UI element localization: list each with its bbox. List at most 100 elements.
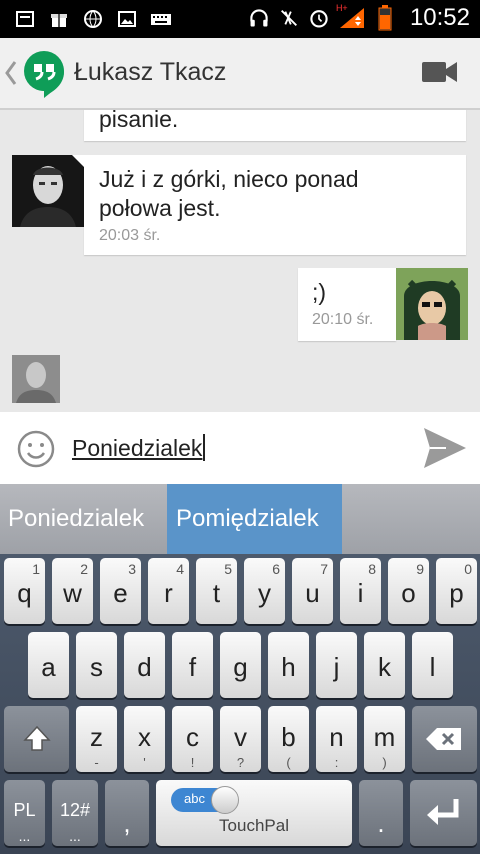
alarm-icon <box>308 7 330 29</box>
message-bubble: pisanie. <box>84 110 466 141</box>
key-x[interactable]: x ' <box>124 706 165 772</box>
message-list[interactable]: pisanie. Już i z górki, nieco ponad poło… <box>0 110 480 412</box>
signal-icon: H+ <box>336 3 366 29</box>
key-label: w <box>63 578 82 608</box>
input-mode-toggle[interactable]: abc <box>171 786 239 814</box>
key-n[interactable]: n: <box>316 706 357 772</box>
key-label: u <box>305 578 320 608</box>
toggle-label: abc <box>184 791 205 806</box>
key-h[interactable]: h <box>268 632 309 698</box>
enter-icon <box>427 799 459 825</box>
shift-key[interactable] <box>4 706 69 772</box>
key-t[interactable]: 5t <box>196 558 237 624</box>
key-label: o <box>401 578 416 608</box>
status-clock: 10:52 <box>409 4 470 31</box>
key-number: 1 <box>32 561 40 577</box>
video-call-icon[interactable] <box>422 60 458 88</box>
space-key[interactable]: abc TouchPal <box>156 780 352 846</box>
key-label: g <box>233 652 248 682</box>
enter-key[interactable] <box>410 780 477 846</box>
key-label: l <box>429 652 436 682</box>
key-label: p <box>449 578 464 608</box>
key-e[interactable]: 3e <box>100 558 141 624</box>
language-key[interactable]: PL... <box>4 780 45 846</box>
send-icon[interactable] <box>422 426 468 474</box>
key-label: v <box>234 722 247 752</box>
key-label: PL <box>13 800 36 820</box>
sd-card-icon <box>14 8 36 30</box>
key-u[interactable]: 7u <box>292 558 333 624</box>
suggestion-item-highlighted[interactable]: Pomiędzialek <box>167 484 342 554</box>
keyboard-icon <box>150 8 172 30</box>
key-secondary: ( <box>286 755 291 770</box>
message-text: pisanie. <box>99 110 179 132</box>
key-j[interactable]: j <box>316 632 357 698</box>
key-number: 3 <box>128 561 136 577</box>
key-label: , <box>123 808 131 838</box>
comma-key[interactable]: , <box>105 780 149 846</box>
key-label: h <box>281 652 296 682</box>
shift-icon <box>23 725 51 751</box>
key-label: c <box>186 722 199 752</box>
key-q[interactable]: 1q <box>4 558 45 624</box>
key-secondary: ! <box>190 755 195 770</box>
image-icon <box>116 8 138 30</box>
key-g[interactable]: g <box>220 632 261 698</box>
message-text: Już i z górki, nieco ponad połowa jest. <box>99 166 359 221</box>
key-label: b <box>281 722 296 752</box>
key-a[interactable]: a <box>28 632 69 698</box>
key-k[interactable]: k <box>364 632 405 698</box>
message-bubble: Już i z górki, nieco ponad połowa jest. … <box>84 155 466 255</box>
suggestion-item[interactable]: Poniedzialek <box>8 484 144 554</box>
key-c[interactable]: c! <box>172 706 213 772</box>
key-label: j <box>333 652 340 682</box>
compose-bar: Poniedzialek <box>0 412 480 484</box>
backspace-icon <box>426 728 461 750</box>
message-text: ;) <box>312 279 327 305</box>
key-i[interactable]: 8i <box>340 558 381 624</box>
gift-icon <box>48 8 70 30</box>
key-z[interactable]: z- <box>76 706 117 772</box>
key-secondary: - <box>94 755 99 770</box>
battery-icon <box>374 5 396 31</box>
key-w[interactable]: 2w <box>52 558 93 624</box>
key-f[interactable]: f <box>172 632 213 698</box>
key-s[interactable]: s <box>76 632 117 698</box>
key-l[interactable]: l <box>412 632 453 698</box>
key-d[interactable]: d <box>124 632 165 698</box>
message-bubble: ;) 20:10 śr. <box>298 268 396 341</box>
key-r[interactable]: 4r <box>148 558 189 624</box>
key-p[interactable]: 0p <box>436 558 477 624</box>
key-v[interactable]: v? <box>220 706 261 772</box>
message-timestamp: 20:03 śr. <box>99 227 161 244</box>
key-label: a <box>41 652 56 682</box>
key-ellipsis: ... <box>69 828 81 844</box>
key-ellipsis: ... <box>18 828 31 844</box>
suggestion-bar: Poniedzialek Pomiędzialek <box>0 484 480 554</box>
back-chevron-icon[interactable] <box>4 60 18 90</box>
key-secondary: ' <box>143 755 146 770</box>
key-secondary: ? <box>236 755 245 770</box>
key-y[interactable]: 6y <box>244 558 285 624</box>
key-label: f <box>188 652 197 682</box>
message-input[interactable]: Poniedzialek <box>72 434 206 462</box>
avatar[interactable] <box>396 268 468 340</box>
key-label: 12# <box>59 800 91 820</box>
key-o[interactable]: 9o <box>388 558 429 624</box>
key-label: d <box>137 652 152 682</box>
key-m[interactable]: m) <box>364 706 405 772</box>
key-b[interactable]: b( <box>268 706 309 772</box>
emoji-icon[interactable] <box>16 429 56 473</box>
key-secondary: : <box>334 755 339 770</box>
key-label: . <box>377 808 385 838</box>
period-key[interactable]: . <box>359 780 403 846</box>
symbols-key[interactable]: 12#... <box>52 780 98 846</box>
key-number: 8 <box>368 561 376 577</box>
hangouts-logo-icon[interactable] <box>22 50 66 102</box>
mute-icon <box>278 7 300 29</box>
key-number: 0 <box>464 561 472 577</box>
key-label: y <box>258 578 271 608</box>
key-label: x <box>138 722 151 752</box>
key-label: k <box>378 652 391 682</box>
backspace-key[interactable] <box>412 706 477 772</box>
